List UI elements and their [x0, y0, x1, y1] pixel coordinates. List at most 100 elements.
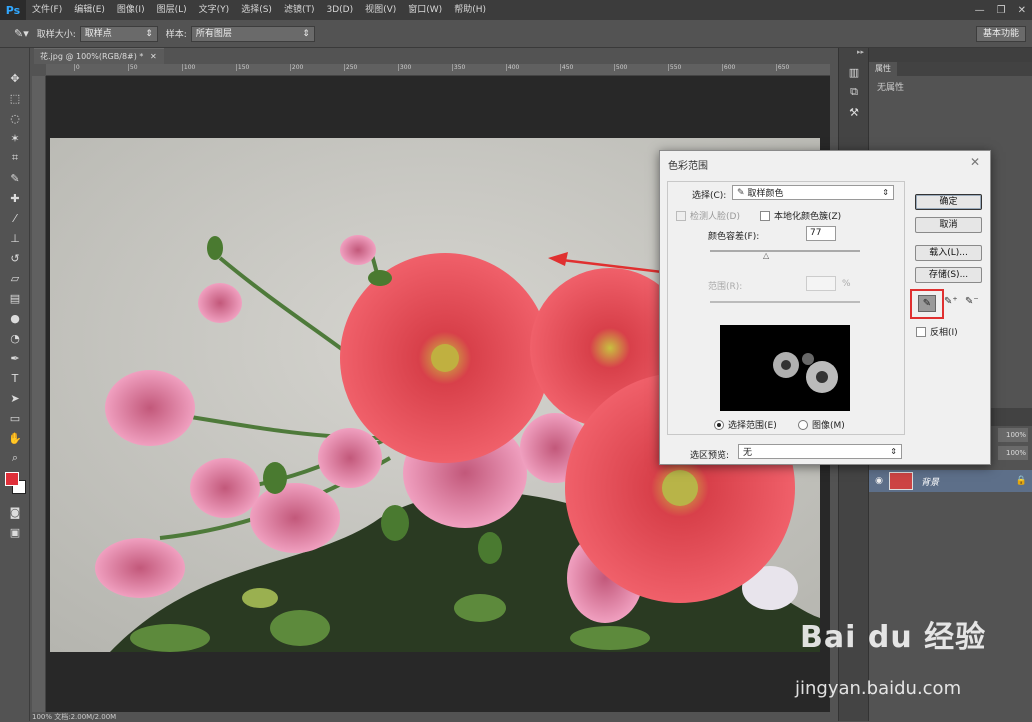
- move-tool-icon[interactable]: ✥: [0, 68, 30, 88]
- tools-panel: ✥ ⬚ ◌ ✶ ⌗ ✎ ✚ ⁄ ⊥ ↺ ▱ ▤ ● ◔ ✒ T ➤ ▭ ✋ ⌕ …: [0, 48, 30, 721]
- watermark-url: jingyan.baidu.com: [795, 678, 962, 699]
- layer-row[interactable]: ◉ 背景 🔒: [869, 470, 1032, 492]
- properties-empty: 无属性: [877, 83, 905, 93]
- cancel-button[interactable]: 取消: [915, 217, 982, 233]
- fuzziness-input[interactable]: 77: [806, 226, 836, 241]
- fill-field[interactable]: 100%: [998, 446, 1028, 460]
- workspace-button[interactable]: 基本功能: [975, 26, 1026, 42]
- eyedropper-tool-icon[interactable]: ✎: [0, 168, 30, 188]
- ruler-tick: 500: [613, 64, 668, 71]
- radio-image[interactable]: 图像(M): [798, 418, 845, 431]
- sample-size-select[interactable]: 取样点 ⇕: [79, 25, 158, 42]
- ruler-tick: 650: [775, 64, 830, 71]
- ruler-tick: 550: [667, 64, 722, 71]
- pen-tool-icon[interactable]: ✒: [0, 348, 30, 368]
- type-tool-icon[interactable]: T: [0, 368, 30, 388]
- menu-3d[interactable]: 3D(D): [320, 0, 359, 20]
- selection-preview-select[interactable]: 无 ⇕: [738, 444, 902, 459]
- updown-icon: ⇕: [882, 188, 889, 197]
- menu-help[interactable]: 帮助(H): [448, 0, 492, 20]
- ruler-tick: 400: [505, 64, 560, 71]
- eyedropper-icon: ✎: [737, 187, 745, 198]
- color-swatches[interactable]: [0, 468, 30, 502]
- tools-preset-icon[interactable]: ⚒: [839, 102, 869, 122]
- foreground-color-swatch[interactable]: [5, 472, 19, 486]
- ruler-tick: 350: [451, 64, 506, 71]
- gradient-tool-icon[interactable]: ▤: [0, 288, 30, 308]
- healing-tool-icon[interactable]: ✚: [0, 188, 30, 208]
- invert-checkbox[interactable]: 反相(I): [916, 325, 958, 338]
- screen-mode-icon[interactable]: ▣: [0, 522, 30, 542]
- save-button[interactable]: 存储(S)...: [915, 267, 982, 283]
- magic-wand-tool-icon[interactable]: ✶: [0, 128, 30, 148]
- path-select-tool-icon[interactable]: ➤: [0, 388, 30, 408]
- close-window-icon[interactable]: ✕: [1018, 5, 1026, 16]
- ruler-tick: 450: [559, 64, 614, 71]
- stamp-tool-icon[interactable]: ⊥: [0, 228, 30, 248]
- radio-selection[interactable]: 选择范围(E): [714, 418, 777, 431]
- shape-tool-icon[interactable]: ▭: [0, 408, 30, 428]
- document-tab[interactable]: 花.jpg @ 100%(RGB/8#) * ✕: [34, 48, 164, 64]
- sample-label: 样本:: [165, 30, 187, 40]
- load-button[interactable]: 载入(L)...: [915, 245, 982, 261]
- horizontal-ruler: 0 50 100 150 200 250 300 350 400 450 500…: [46, 64, 830, 76]
- minimize-icon[interactable]: —: [975, 5, 985, 16]
- menu-window[interactable]: 窗口(W): [402, 0, 448, 20]
- menu-layer[interactable]: 图层(L): [151, 0, 193, 20]
- zoom-tool-icon[interactable]: ⌕: [0, 448, 30, 468]
- menu-select[interactable]: 选择(S): [235, 0, 278, 20]
- detect-faces-checkbox[interactable]: 检测人脸(D): [676, 209, 740, 222]
- dodge-tool-icon[interactable]: ◔: [0, 328, 30, 348]
- brush-tool-icon[interactable]: ⁄: [0, 208, 30, 228]
- preview-label: 选区预览:: [690, 451, 730, 461]
- tab-properties[interactable]: 属性: [869, 62, 897, 76]
- lasso-tool-icon[interactable]: ◌: [0, 108, 30, 128]
- select-label: 选择(C):: [692, 191, 727, 201]
- ruler-tick: 250: [343, 64, 398, 71]
- select-dropdown[interactable]: ✎ 取样颜色 ⇕: [732, 185, 894, 200]
- history-brush-icon[interactable]: ↺: [0, 248, 30, 268]
- watermark-logo: Bai du 经验: [800, 620, 987, 655]
- quick-mask-icon[interactable]: ◙: [0, 502, 30, 522]
- eye-icon[interactable]: ◉: [869, 476, 889, 486]
- restore-icon[interactable]: ❐: [997, 5, 1006, 16]
- range-label: 范围(R):: [708, 282, 743, 292]
- sample-layers-select[interactable]: 所有图层 ⇕: [190, 25, 315, 42]
- updown-icon: ⇕: [302, 28, 310, 39]
- marquee-tool-icon[interactable]: ⬚: [0, 88, 30, 108]
- menu-filter[interactable]: 滤镜(T): [278, 0, 321, 20]
- menu-file[interactable]: 文件(F): [26, 0, 68, 20]
- eyedropper-subtract-icon[interactable]: ✎⁻: [965, 296, 979, 307]
- eyedropper-sample-icon[interactable]: ✎: [918, 295, 936, 312]
- range-input: [806, 276, 836, 291]
- hand-tool-icon[interactable]: ✋: [0, 428, 30, 448]
- eraser-tool-icon[interactable]: ▱: [0, 268, 30, 288]
- close-tab-icon[interactable]: ✕: [150, 52, 157, 61]
- menu-view[interactable]: 视图(V): [359, 0, 402, 20]
- opacity-field[interactable]: 100%: [998, 428, 1028, 442]
- ruler-tick: 0: [73, 64, 128, 71]
- sample-size-label: 取样大小:: [36, 30, 76, 40]
- ok-button[interactable]: 确定: [915, 194, 982, 210]
- ruler-tick: 200: [289, 64, 344, 71]
- updown-icon: ⇕: [145, 28, 153, 39]
- vertical-ruler: [32, 76, 46, 721]
- localized-clusters-checkbox[interactable]: 本地化颜色簇(Z): [760, 209, 841, 222]
- navigator-panel-icon[interactable]: ⧉: [839, 82, 869, 102]
- options-bar: ✎▾ 取样大小: 取样点 ⇕ 样本: 所有图层 ⇕ 基本功能: [0, 20, 1032, 48]
- histogram-panel-icon[interactable]: ▥: [839, 62, 869, 82]
- menu-image[interactable]: 图像(I): [111, 0, 151, 20]
- blur-tool-icon[interactable]: ●: [0, 308, 30, 328]
- eyedropper-add-icon[interactable]: ✎⁺: [944, 296, 958, 307]
- selection-preview: [720, 325, 850, 411]
- ruler-tick: 600: [721, 64, 776, 71]
- collapse-icon[interactable]: ▸▸: [839, 48, 868, 62]
- fuzziness-slider[interactable]: [710, 250, 860, 252]
- eyedropper-tool-icon[interactable]: ✎▾: [14, 27, 29, 40]
- dialog-close-icon[interactable]: ✕: [970, 155, 980, 169]
- crop-tool-icon[interactable]: ⌗: [0, 148, 30, 168]
- menu-edit[interactable]: 编辑(E): [68, 0, 111, 20]
- menu-type[interactable]: 文字(Y): [193, 0, 236, 20]
- slider-thumb-icon[interactable]: △: [763, 251, 769, 260]
- radio-checked-icon: [714, 419, 724, 430]
